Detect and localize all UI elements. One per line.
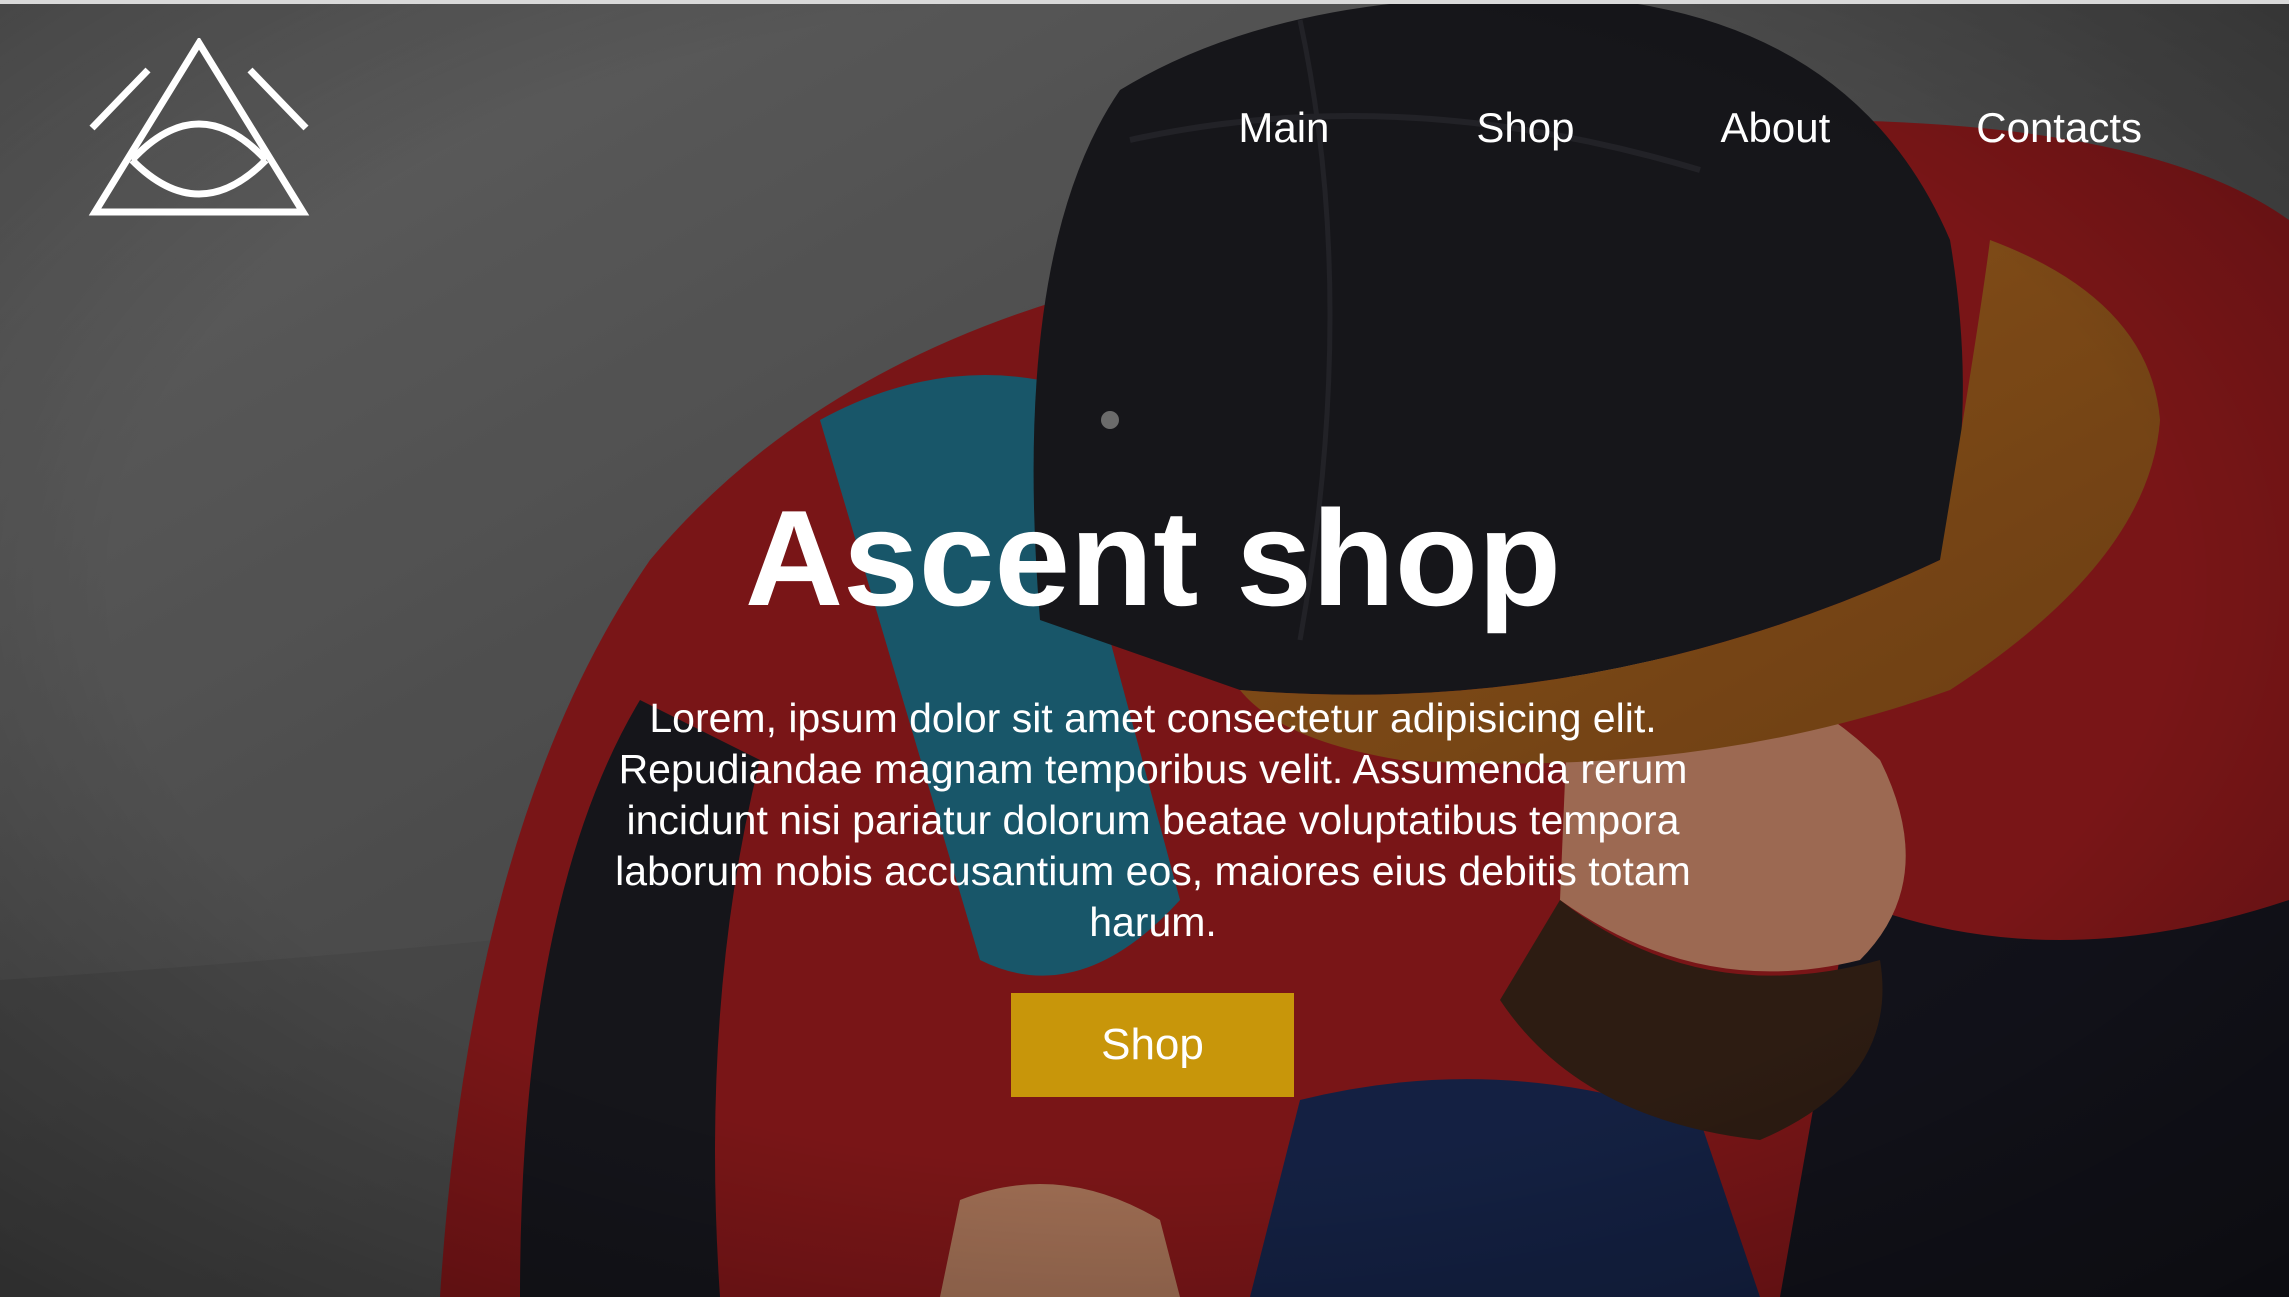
hero-title: Ascent shop xyxy=(744,482,1562,634)
nav-item-about[interactable]: About xyxy=(1720,104,1830,152)
top-border xyxy=(0,0,2289,4)
nav-item-contacts[interactable]: Contacts xyxy=(1976,104,2142,152)
hero-dark-overlay xyxy=(0,0,2289,1297)
nav-item-main[interactable]: Main xyxy=(1238,104,1329,152)
shop-button[interactable]: Shop xyxy=(1011,993,1294,1097)
main-navigation: Main Shop About Contacts xyxy=(1238,104,2142,152)
hero-description: Lorem, ipsum dolor sit amet consectetur … xyxy=(615,695,1691,945)
triangle-eye-icon[interactable] xyxy=(88,38,310,220)
hero-section: Main Shop About Contacts Ascent shop Lor… xyxy=(0,0,2289,1297)
nav-item-shop[interactable]: Shop xyxy=(1476,104,1574,152)
